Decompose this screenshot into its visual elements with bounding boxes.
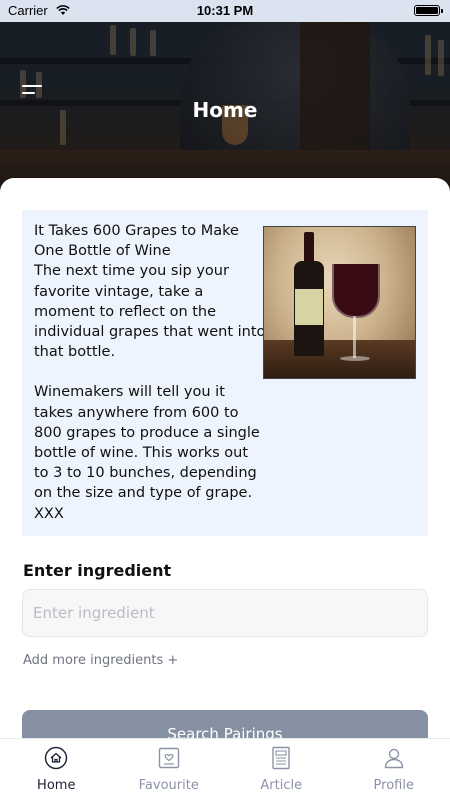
- article-paragraph: Winemakers will tell you it takes anywhe…: [34, 382, 266, 503]
- article-card[interactable]: It Takes 600 Grapes to Make One Bottle o…: [22, 210, 428, 536]
- bottom-navigation: Home Favourite Article Profile: [0, 738, 450, 801]
- search-pairings-button[interactable]: Search Pairings: [22, 710, 428, 738]
- status-bar: Carrier 10:31 PM: [0, 0, 450, 22]
- add-more-ingredients-link[interactable]: Add more ingredients +: [23, 653, 178, 668]
- article-text: It Takes 600 Grapes to Make One Bottle o…: [34, 221, 266, 524]
- profile-icon: [382, 746, 406, 770]
- nav-label: Profile: [338, 778, 450, 793]
- nav-item-favourite[interactable]: Favourite: [113, 739, 226, 801]
- nav-item-home[interactable]: Home: [0, 739, 113, 801]
- main-content: It Takes 600 Grapes to Make One Bottle o…: [0, 178, 450, 738]
- home-icon: [44, 746, 68, 770]
- article-paragraph: The next time you sip your favorite vint…: [34, 261, 266, 362]
- ingredient-label: Enter ingredient: [23, 561, 171, 580]
- nav-label: Home: [0, 778, 113, 793]
- ingredient-input[interactable]: [22, 589, 428, 637]
- wine-bottle-and-glass-image: [263, 226, 416, 379]
- battery-icon: [414, 5, 440, 16]
- clock: 10:31 PM: [0, 3, 450, 18]
- favourite-icon: [157, 746, 181, 770]
- article-signature: XXX: [34, 504, 266, 524]
- article-icon: [269, 746, 293, 770]
- menu-icon[interactable]: [22, 82, 44, 98]
- nav-label: Article: [225, 778, 338, 793]
- nav-item-article[interactable]: Article: [225, 739, 338, 801]
- article-title: It Takes 600 Grapes to Make One Bottle o…: [34, 221, 266, 261]
- page-title: Home: [0, 98, 450, 122]
- nav-item-profile[interactable]: Profile: [338, 739, 450, 801]
- nav-label: Favourite: [113, 778, 226, 793]
